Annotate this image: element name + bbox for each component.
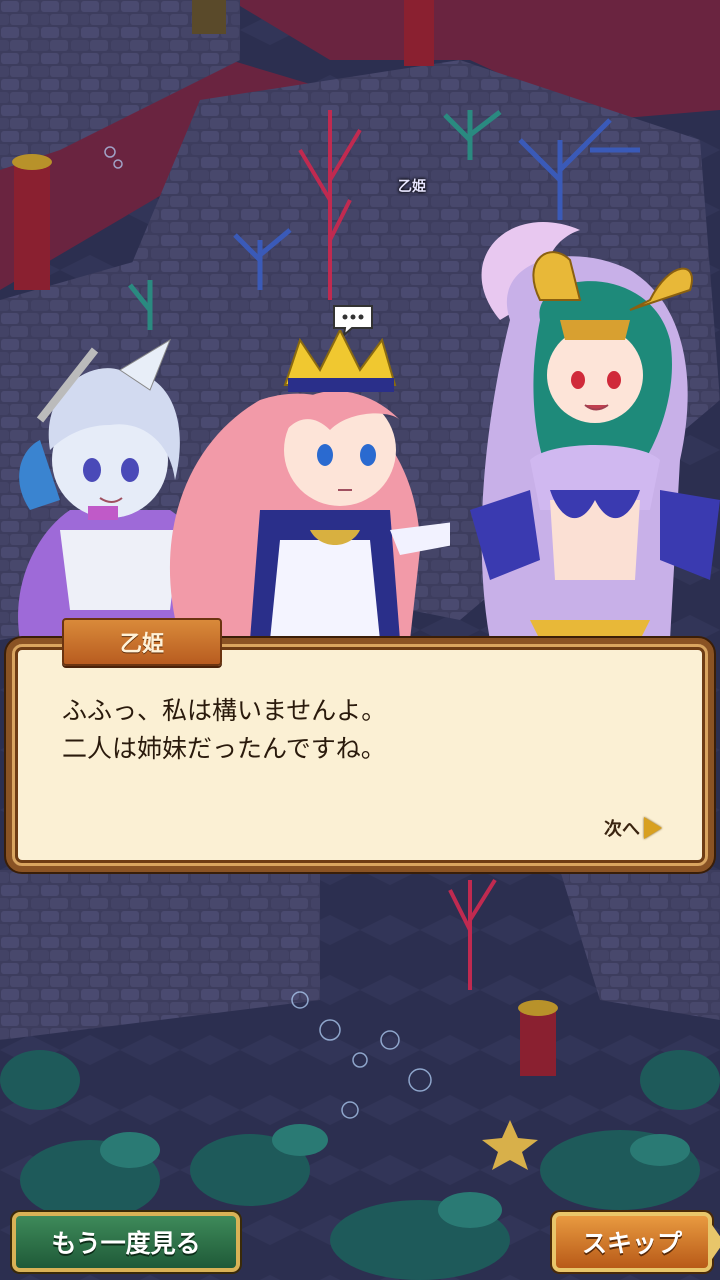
map-character-label: 乙姫 <box>398 179 426 195</box>
dialogue-text: ふふっ、私は構いませんよ。 二人は姉妹だったんですね。 <box>62 692 662 768</box>
character-sea-goddess <box>470 222 720 640</box>
dialogue-line-2: 二人は姉妹だったんですね。 <box>62 734 386 763</box>
skip-label: スキップ <box>581 1229 682 1258</box>
dialogue-line-1: ふふっ、私は構いませんよ。 <box>62 696 387 725</box>
next-button[interactable]: 次へ <box>604 812 662 844</box>
play-arrow-icon <box>644 817 662 839</box>
skip-button[interactable]: スキップ <box>552 1212 720 1272</box>
replay-button[interactable]: もう一度見る <box>12 1212 240 1272</box>
speaker-name: 乙姫 <box>119 632 164 657</box>
chevron-right-icon <box>710 1222 720 1262</box>
next-label: 次へ <box>604 819 640 840</box>
replay-label: もう一度見る <box>51 1229 201 1258</box>
speaker-name-plate: 乙姫 <box>62 618 222 666</box>
character-pink-haired-princess <box>169 330 450 640</box>
